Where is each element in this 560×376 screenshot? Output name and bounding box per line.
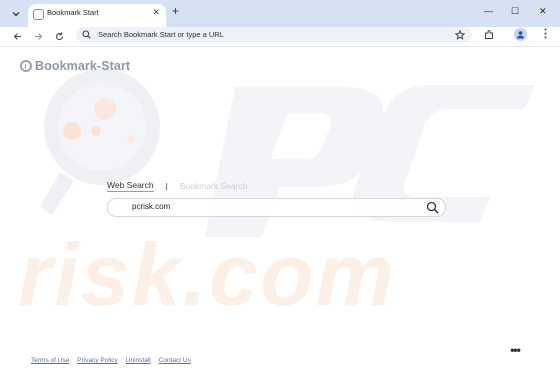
search-type-tabs: Web Search | Bookmark Search <box>107 180 247 192</box>
tab-web-search[interactable]: Web Search <box>107 180 154 192</box>
search-icon[interactable] <box>426 201 439 214</box>
arrow-right-icon <box>34 32 42 40</box>
reload-icon <box>55 32 63 40</box>
minimize-button[interactable]: — <box>484 6 493 16</box>
bookmark-start-logo[interactable]: Bookmark-Start <box>20 59 130 73</box>
address-bar-placeholder: Search Bookmark Start or type a URL <box>98 30 224 39</box>
new-tab-button[interactable]: + <box>172 5 179 17</box>
logo-icon <box>20 60 32 72</box>
page-content: risk.com Bookmark-Start Web Search | Boo… <box>0 47 560 376</box>
address-bar[interactable]: Search Bookmark Start or type a URL <box>76 27 472 43</box>
browser-window: Bookmark Start ✕ + — ☐ ✕ Search Bookmark… <box>0 0 560 376</box>
search-input[interactable]: pcrisk.com <box>107 198 446 217</box>
arrow-left-icon <box>13 32 21 40</box>
toolbar: Search Bookmark Start or type a URL <box>0 27 560 47</box>
more-options-button[interactable]: ••• <box>508 344 522 357</box>
person-icon <box>517 31 524 39</box>
footer-link-uninstall[interactable]: Uninstall <box>126 357 151 364</box>
footer-links: Terms of Use Privacy Policy Uninstall Co… <box>31 357 199 364</box>
forward-button[interactable] <box>31 29 45 43</box>
tab-title: Bookmark Start <box>47 8 99 17</box>
close-window-button[interactable]: ✕ <box>539 6 547 17</box>
search-icon <box>82 30 91 39</box>
tab-separator: | <box>165 181 168 191</box>
close-tab-icon[interactable]: ✕ <box>152 7 160 18</box>
browser-menu-button[interactable] <box>541 28 549 39</box>
bookmark-favicon-icon <box>33 9 44 20</box>
maximize-button[interactable]: ☐ <box>511 6 519 17</box>
tab-search-button[interactable] <box>8 6 24 22</box>
logo-text: Bookmark-Start <box>35 59 131 73</box>
footer-link-privacy[interactable]: Privacy Policy <box>77 357 117 364</box>
reload-button[interactable] <box>52 29 66 43</box>
chevron-down-icon <box>12 12 20 17</box>
footer-link-terms[interactable]: Terms of Use <box>31 357 69 364</box>
tab-bookmark-search[interactable]: Bookmark Search <box>180 181 248 191</box>
footer-link-contact[interactable]: Contact Us <box>159 357 191 364</box>
active-tab[interactable]: Bookmark Start ✕ <box>28 4 166 27</box>
back-button[interactable] <box>10 29 24 43</box>
profile-avatar-icon[interactable] <box>514 28 527 41</box>
search-input-value: pcrisk.com <box>132 202 171 211</box>
extensions-icon[interactable] <box>484 30 494 40</box>
kebab-menu-icon <box>544 28 546 39</box>
svg-text:risk.com: risk.com <box>18 225 396 324</box>
tab-strip: Bookmark Start ✕ + — ☐ ✕ <box>0 0 560 27</box>
bookmark-star-icon[interactable] <box>455 30 465 40</box>
